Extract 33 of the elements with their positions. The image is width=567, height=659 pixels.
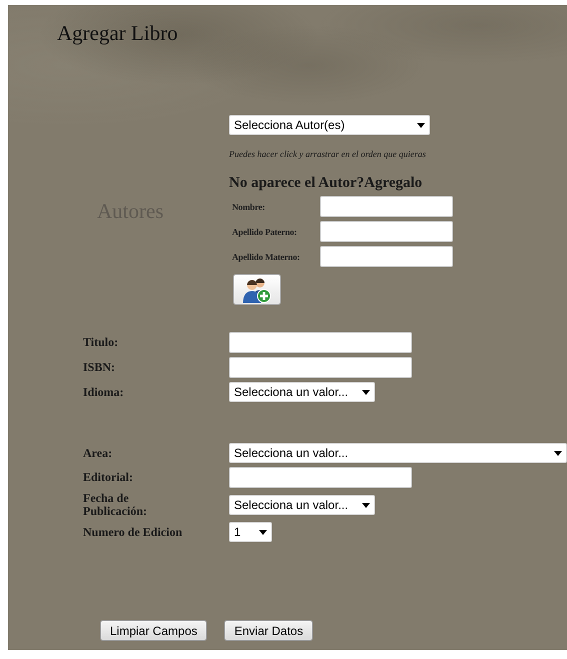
dropdown[interactable]: Selecciona Autor(es) <box>229 115 430 135</box>
field-label: Nombre: <box>232 202 266 212</box>
text-field[interactable] <box>229 467 412 488</box>
dropdown[interactable]: Selecciona un valor... <box>229 443 567 463</box>
text-field[interactable] <box>229 357 412 378</box>
text-field[interactable] <box>229 332 412 353</box>
field-label: Editorial: <box>83 471 134 484</box>
dropdown[interactable]: Selecciona un valor... <box>229 382 375 402</box>
field-label: Numero de Edicion <box>83 526 184 538</box>
field-label: Titulo: <box>83 336 120 349</box>
subheading: No aparece el Autor?Agregalo <box>229 174 422 192</box>
caret-icon <box>259 530 267 534</box>
text-field[interactable] <box>320 221 453 242</box>
page-title: Agregar Libro <box>56 20 179 45</box>
hint-text: Puedes hacer click y arrastrar en el orden que quieras <box>229 149 426 160</box>
field-label: Apellido Paterno: <box>232 226 298 236</box>
field-label: Fecha de Publicación: <box>83 492 148 518</box>
dropdown[interactable]: Selecciona un valor... <box>229 495 375 515</box>
form-button[interactable]: Limpiar Campos <box>100 620 208 641</box>
field-label: Apellido Materno: <box>232 252 301 262</box>
add-author-button[interactable] <box>233 274 281 305</box>
caret-icon <box>554 450 562 456</box>
caret-icon <box>417 122 425 128</box>
dropdown[interactable]: 1 <box>229 522 272 542</box>
field-label: Area: <box>83 446 114 460</box>
text-field[interactable] <box>320 196 453 217</box>
caret-icon <box>362 502 370 508</box>
text-field[interactable] <box>320 246 453 267</box>
add-people-icon <box>242 276 272 302</box>
form-button[interactable]: Enviar Datos <box>224 620 314 641</box>
field-label: ISBN: <box>83 361 116 374</box>
caret-icon <box>362 390 370 394</box>
field-label: Idioma: <box>83 386 125 398</box>
